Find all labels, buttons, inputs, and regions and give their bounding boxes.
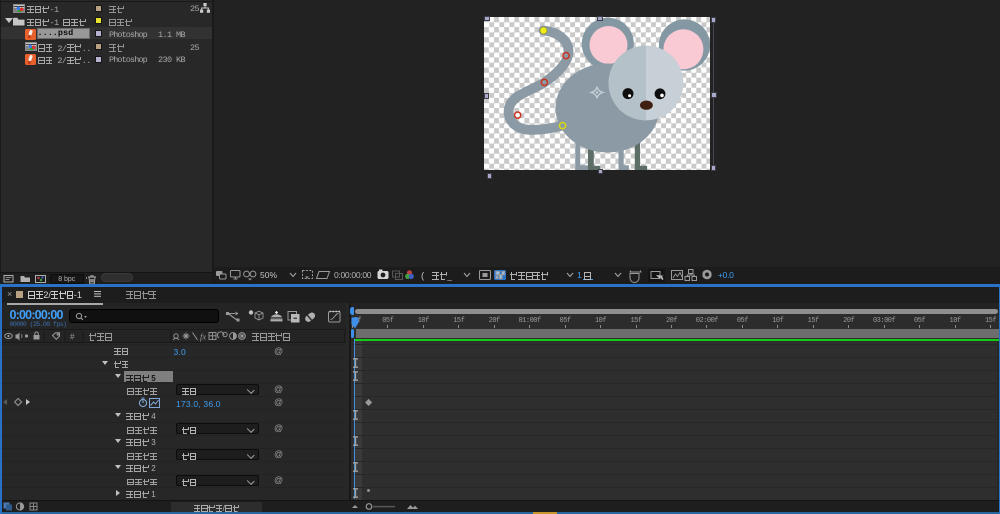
svg-text:fx: fx	[200, 331, 206, 341]
svg-text:50%: 50%	[260, 270, 277, 280]
svg-text:1: 1	[577, 270, 582, 280]
svg-text:+0.0: +0.0	[718, 270, 734, 280]
svg-text:0:00:00:00: 0:00:00:00	[334, 270, 372, 280]
svg-text:(: (	[421, 271, 425, 282]
svg-text:#: #	[70, 332, 75, 341]
